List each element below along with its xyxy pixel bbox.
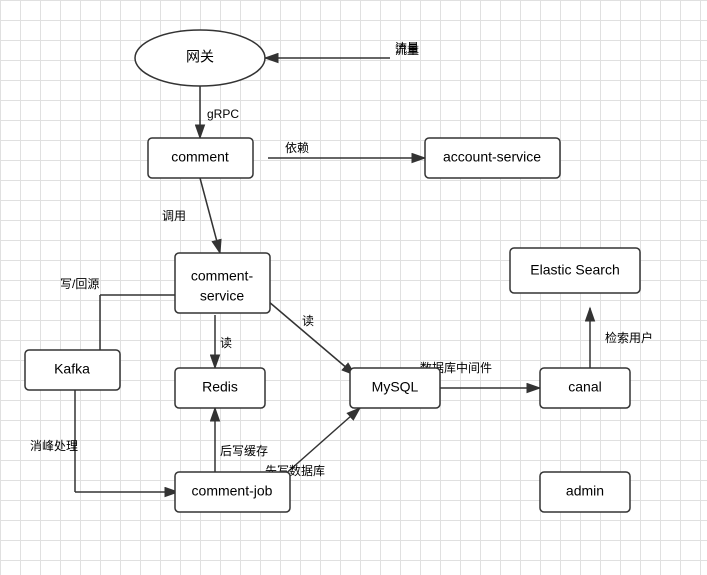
node-canal-label: canal — [568, 379, 601, 395]
label-grpc: gRPC — [207, 107, 239, 121]
node-elastic-search-label: Elastic Search — [530, 262, 619, 278]
node-gateway-label: 网关 — [186, 49, 214, 65]
label-write-back-cache: 后写缓存 — [220, 444, 268, 458]
label-search-user: 检索用户 — [605, 330, 653, 345]
label-depend: 依赖 — [285, 140, 309, 155]
node-admin-label: admin — [566, 483, 604, 499]
label-call: 调用 — [162, 209, 186, 223]
node-comment-service-label2: service — [200, 288, 245, 304]
label-write-back: 写/回源 — [60, 277, 99, 291]
node-account-service-label: account-service — [443, 149, 541, 165]
node-redis-label: Redis — [202, 379, 238, 395]
arrow-comment-commentservice — [200, 178, 220, 253]
node-kafka-label: Kafka — [54, 361, 90, 377]
label-peak-shave: 消峰处理 — [30, 439, 78, 453]
node-comment-job-label: comment-job — [192, 483, 273, 499]
diagram-container: 流量 gRPC 依赖 调用 写/回源 读 读 消峰处理 后写缓存 先写数据库 — [0, 0, 707, 575]
node-mysql-label: MySQL — [372, 379, 419, 395]
architecture-diagram: 流量 gRPC 依赖 调用 写/回源 读 读 消峰处理 后写缓存 先写数据库 — [0, 0, 707, 575]
label-flow-text: 流量 — [395, 41, 419, 55]
node-comment-service-label1: comment- — [191, 268, 254, 284]
label-read2: 读 — [302, 314, 314, 328]
node-comment-label: comment — [171, 149, 229, 165]
label-read1: 读 — [220, 336, 232, 350]
